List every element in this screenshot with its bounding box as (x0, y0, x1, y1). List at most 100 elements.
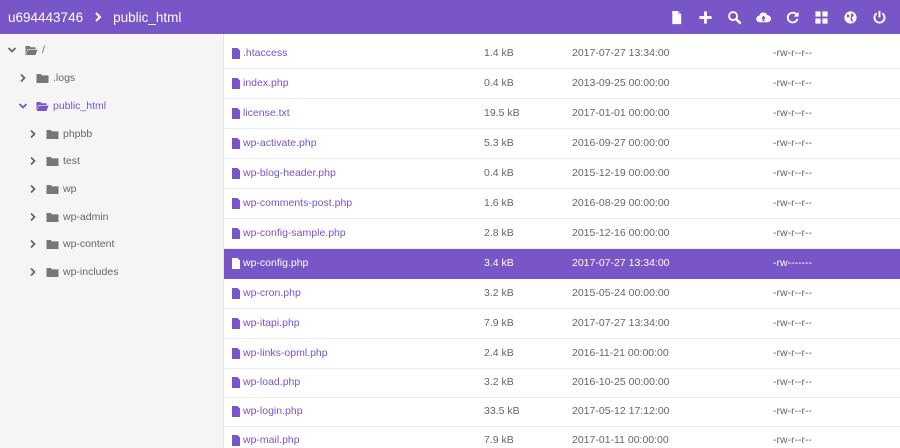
file-size: 3.2 kB (484, 376, 514, 388)
add-icon[interactable] (691, 0, 720, 34)
file-date: 2015-12-19 00:00:00 (572, 167, 670, 179)
tree-item-root[interactable]: / (7, 39, 45, 61)
file-icon (232, 348, 240, 359)
file-date: 2017-05-12 17:12:00 (572, 405, 670, 417)
tree-item-test[interactable]: test (28, 150, 80, 172)
file-permissions: -rw-r--r-- (773, 347, 813, 359)
chevron-right-icon[interactable] (28, 184, 38, 194)
file-row[interactable]: wp-cron.php 3.2 kB 2015-05-24 00:00:00 -… (224, 279, 900, 309)
file-size: 2.4 kB (484, 347, 514, 359)
file-date: 2017-07-27 13:34:00 (572, 257, 670, 269)
tree-item-public-html[interactable]: public_html (18, 95, 106, 117)
upload-icon[interactable] (749, 0, 778, 34)
file-icon (232, 198, 240, 209)
folder-icon (46, 156, 59, 166)
file-row[interactable]: wp-links-opml.php 2.4 kB 2016-11-21 00:0… (224, 339, 900, 369)
file-row[interactable]: wp-config-sample.php 2.8 kB 2015-12-16 0… (224, 219, 900, 249)
tree-item-label: .logs (53, 72, 76, 84)
file-permissions: -rw-r--r-- (773, 434, 813, 446)
chevron-right-icon[interactable] (18, 73, 28, 83)
chevron-right-icon[interactable] (28, 267, 38, 277)
new-file-icon[interactable] (662, 0, 691, 34)
file-row[interactable]: wp-comments-post.php 1.6 kB 2016-08-29 0… (224, 189, 900, 219)
file-row[interactable]: wp-activate.php 5.3 kB 2016-09-27 00:00:… (224, 129, 900, 159)
file-row[interactable]: wp-itapi.php 7.9 kB 2017-07-27 13:34:00 … (224, 309, 900, 339)
file-row-selected[interactable]: wp-config.php 3.4 kB 2017-07-27 13:34:00… (224, 249, 900, 279)
toolbar (662, 0, 894, 34)
file-permissions: -rw-r--r-- (773, 167, 813, 179)
breadcrumb-item-home[interactable]: u694443746 (8, 10, 83, 25)
breadcrumb-item-current[interactable]: public_html (113, 10, 181, 25)
file-name: wp-mail.php (243, 434, 300, 446)
chevron-right-icon[interactable] (28, 129, 38, 139)
refresh-icon[interactable] (778, 0, 807, 34)
file-size: 7.9 kB (484, 317, 514, 329)
chevron-right-icon[interactable] (28, 239, 38, 249)
file-size: 1.6 kB (484, 197, 514, 209)
tree-item-label: wp (63, 183, 77, 195)
search-icon[interactable] (720, 0, 749, 34)
file-name: wp-login.php (243, 405, 303, 417)
file-size: 0.4 kB (484, 77, 514, 89)
file-size: 5.3 kB (484, 137, 514, 149)
tree-item-wp[interactable]: wp (28, 178, 76, 200)
chevron-right-icon[interactable] (28, 212, 38, 222)
file-permissions: -rw-r--r-- (773, 317, 813, 329)
tree-item-phpbb[interactable]: phpbb (28, 123, 92, 145)
file-icon (232, 258, 240, 269)
file-name: index.php (243, 77, 289, 89)
file-icon (232, 78, 240, 89)
file-permissions: -rw-r--r-- (773, 137, 813, 149)
file-row[interactable]: license.txt 19.5 kB 2017-01-01 00:00:00 … (224, 99, 900, 129)
file-icon (232, 288, 240, 299)
tree-item-wp-includes[interactable]: wp-includes (28, 261, 118, 283)
file-permissions: -rw-r--r-- (773, 287, 813, 299)
file-size: 0.4 kB (484, 167, 514, 179)
tree-item-label: wp-includes (63, 266, 119, 278)
folder-icon (36, 73, 49, 83)
file-row[interactable]: wp-login.php 33.5 kB 2017-05-12 17:12:00… (224, 397, 900, 427)
file-icon (232, 435, 240, 446)
file-size: 33.5 kB (484, 405, 520, 417)
chevron-right-icon (95, 12, 102, 22)
file-row[interactable]: wp-blog-header.php 0.4 kB 2015-12-19 00:… (224, 159, 900, 189)
file-date: 2017-07-27 13:34:00 (572, 47, 670, 59)
chevron-right-icon[interactable] (28, 156, 38, 166)
file-name: wp-comments-post.php (243, 197, 353, 209)
tree-item-logs[interactable]: .logs (18, 67, 75, 89)
file-date: 2017-01-01 00:00:00 (572, 107, 670, 119)
file-size: 19.5 kB (484, 107, 520, 119)
file-name: wp-config.php (243, 257, 309, 269)
chevron-down-icon[interactable] (18, 101, 28, 111)
file-permissions: -rw-r--r-- (773, 227, 813, 239)
folder-icon (46, 239, 59, 249)
file-row[interactable]: .htaccess 1.4 kB 2017-07-27 13:34:00 -rw… (224, 39, 900, 69)
file-row[interactable]: index.php 0.4 kB 2013-09-25 00:00:00 -rw… (224, 69, 900, 99)
file-permissions: -rw-r--r-- (773, 376, 813, 388)
file-permissions: -rw------- (773, 257, 813, 269)
folder-icon (46, 212, 59, 222)
file-size: 2.8 kB (484, 227, 514, 239)
tree-item-wp-admin[interactable]: wp-admin (28, 206, 109, 228)
grid-view-icon[interactable] (807, 0, 836, 34)
breadcrumb: u694443746 public_html (0, 10, 181, 25)
tree-item-wp-content[interactable]: wp-content (28, 233, 114, 255)
chevron-down-icon[interactable] (7, 45, 17, 55)
file-icon (232, 48, 240, 59)
file-date: 2015-12-16 00:00:00 (572, 227, 670, 239)
folder-icon (46, 267, 59, 277)
file-row[interactable]: wp-load.php 3.2 kB 2016-10-25 00:00:00 -… (224, 368, 900, 398)
globe-icon[interactable] (836, 0, 865, 34)
power-icon[interactable] (865, 0, 894, 34)
file-permissions: -rw-r--r-- (773, 197, 813, 209)
tree-item-label: test (63, 155, 80, 167)
folder-open-icon (25, 45, 38, 55)
file-permissions: -rw-r--r-- (773, 107, 813, 119)
folder-icon (46, 129, 59, 139)
file-row[interactable]: wp-mail.php 7.9 kB 2017-01-11 00:00:00 -… (224, 426, 900, 448)
file-date: 2017-01-11 00:00:00 (572, 434, 669, 446)
file-date: 2015-05-24 00:00:00 (572, 287, 670, 299)
file-name: wp-cron.php (243, 287, 301, 299)
file-permissions: -rw-r--r-- (773, 77, 813, 89)
file-name: wp-config-sample.php (243, 227, 346, 239)
